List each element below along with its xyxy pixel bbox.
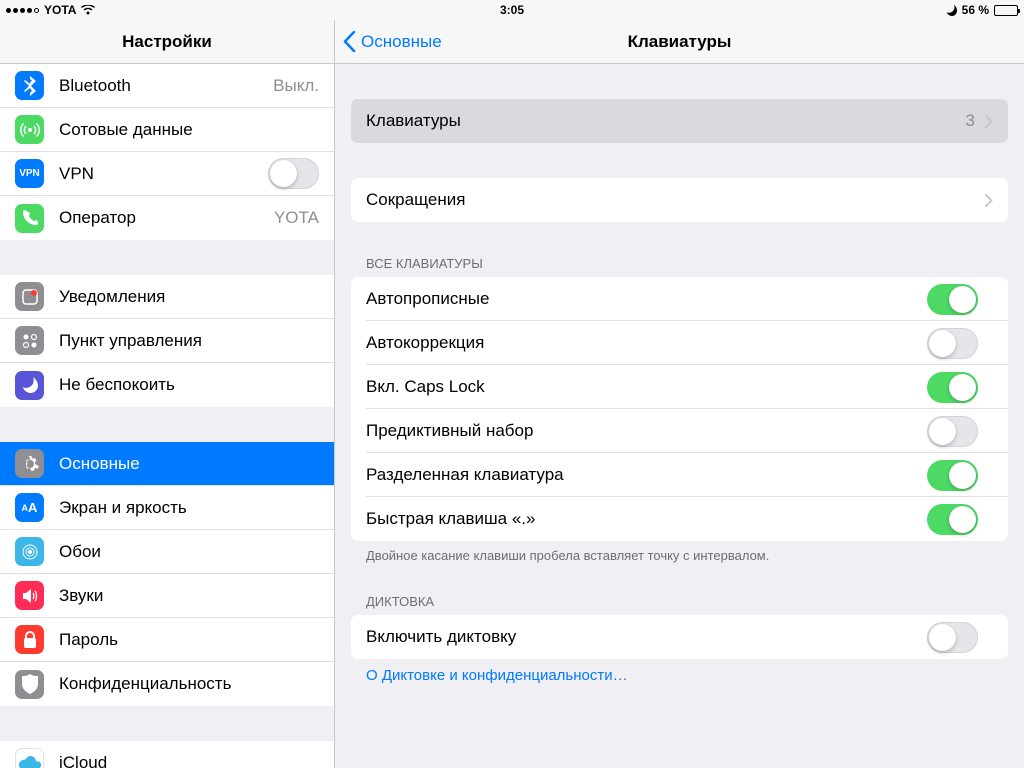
lock-icon [15, 625, 44, 654]
notifications-icon [15, 282, 44, 311]
detail-header: Основные Клавиатуры [335, 20, 1024, 64]
autocorrect-toggle[interactable] [927, 328, 978, 359]
cell-autocorrect: Автокоррекция [351, 321, 1008, 365]
vpn-toggle[interactable] [268, 158, 319, 189]
cell-shortcuts[interactable]: Сокращения [351, 178, 1008, 222]
cell-capslock: Вкл. Caps Lock [351, 365, 1008, 409]
chevron-right-icon [985, 194, 993, 207]
group-header-allkbd: ВСЕ КЛАВИАТУРЫ [351, 250, 1008, 277]
cell-label: Сокращения [366, 190, 985, 210]
group-header-dictation: ДИКТОВКА [351, 588, 1008, 615]
battery-pct-label: 56 % [962, 3, 989, 17]
cell-label: Включить диктовку [366, 627, 927, 647]
sidebar-item-label: Уведомления [59, 287, 334, 307]
sidebar-item-dnd[interactable]: Не беспокоить [0, 363, 334, 407]
sidebar-item-control-center[interactable]: Пункт управления [0, 319, 334, 363]
sidebar-item-label: Не беспокоить [59, 375, 334, 395]
cell-label: Вкл. Caps Lock [366, 377, 927, 397]
cell-dictation: Включить диктовку [351, 615, 1008, 659]
dictation-toggle[interactable] [927, 622, 978, 653]
capslock-toggle[interactable] [927, 372, 978, 403]
cell-autocap: Автопрописные [351, 277, 1008, 321]
control-center-icon [15, 326, 44, 355]
sidebar-item-label: Конфиденциальность [59, 674, 334, 694]
cellular-icon [15, 115, 44, 144]
sidebar-item-label: Звуки [59, 586, 334, 606]
sidebar-item-display[interactable]: AA Экран и яркость [0, 486, 334, 530]
sidebar-item-wallpaper[interactable]: Обои [0, 530, 334, 574]
sidebar-item-label: Основные [59, 454, 334, 474]
vpn-icon: VPN [15, 159, 44, 188]
sidebar-item-label: Экран и яркость [59, 498, 334, 518]
sidebar-item-vpn[interactable]: VPN VPN [0, 152, 334, 196]
cell-predictive: Предиктивный набор [351, 409, 1008, 453]
back-label: Основные [361, 32, 442, 52]
sidebar-item-value: Выкл. [273, 76, 319, 96]
sidebar-item-general[interactable]: Основные [0, 442, 334, 486]
cell-label: Автопрописные [366, 289, 927, 309]
cell-split: Разделенная клавиатура [351, 453, 1008, 497]
sidebar-item-label: iCloud [59, 753, 334, 768]
detail-title: Клавиатуры [628, 32, 732, 52]
sidebar-item-privacy[interactable]: Конфиденциальность [0, 662, 334, 706]
cell-label: Клавиатуры [366, 111, 966, 131]
sidebar-item-label: Пункт управления [59, 331, 334, 351]
sidebar-item-label: Bluetooth [59, 76, 273, 96]
sidebar-item-cellular[interactable]: Сотовые данные [0, 108, 334, 152]
display-icon: AA [15, 493, 44, 522]
cell-label: Автокоррекция [366, 333, 927, 353]
sidebar-item-bluetooth[interactable]: Bluetooth Выкл. [0, 64, 334, 108]
cell-period: Быстрая клавиша «.» [351, 497, 1008, 541]
dnd-icon [15, 371, 44, 400]
gear-icon [15, 449, 44, 478]
cell-label: Предиктивный набор [366, 421, 927, 441]
wifi-icon [81, 5, 95, 15]
sidebar-item-sounds[interactable]: Звуки [0, 574, 334, 618]
split-toggle[interactable] [927, 460, 978, 491]
sounds-icon [15, 581, 44, 610]
group-footer-period: Двойное касание клавиши пробела вставляе… [351, 541, 1008, 570]
chevron-right-icon [985, 115, 993, 128]
period-toggle[interactable] [927, 504, 978, 535]
dictation-privacy-link[interactable]: О Диктовке и конфиденциальности… [351, 659, 1008, 692]
cell-label: Разделенная клавиатура [366, 465, 927, 485]
sidebar-item-label: Пароль [59, 630, 334, 650]
clock-label: 3:05 [500, 3, 524, 17]
cell-label: Быстрая клавиша «.» [366, 509, 927, 529]
cell-value: 3 [966, 111, 975, 131]
sidebar-item-label: Сотовые данные [59, 120, 334, 140]
phone-icon [15, 204, 44, 233]
sidebar-item-carrier[interactable]: Оператор YOTA [0, 196, 334, 240]
sidebar-header: Настройки [0, 20, 334, 64]
icloud-icon [15, 748, 44, 768]
sidebar-item-value: YOTA [274, 208, 319, 228]
wallpaper-icon [15, 537, 44, 566]
status-bar: YOTA 3:05 56 % [0, 0, 1024, 20]
sidebar-item-label: VPN [59, 164, 268, 184]
bluetooth-icon [15, 71, 44, 100]
cell-keyboards[interactable]: Клавиатуры 3 [351, 99, 1008, 143]
settings-sidebar: Настройки Bluetooth Выкл. Сотовые данные… [0, 20, 335, 768]
sidebar-title: Настройки [122, 32, 212, 52]
dnd-moon-icon [946, 5, 957, 16]
sidebar-item-notifications[interactable]: Уведомления [0, 275, 334, 319]
battery-icon [994, 5, 1018, 16]
sidebar-item-label: Обои [59, 542, 334, 562]
back-button[interactable]: Основные [335, 31, 442, 52]
sidebar-item-icloud[interactable]: iCloud [0, 741, 334, 768]
signal-dots-icon [6, 8, 39, 13]
sidebar-item-label: Оператор [59, 208, 274, 228]
sidebar-item-passcode[interactable]: Пароль [0, 618, 334, 662]
privacy-icon [15, 670, 44, 699]
chevron-left-icon [343, 31, 356, 52]
autocap-toggle[interactable] [927, 284, 978, 315]
predictive-toggle[interactable] [927, 416, 978, 447]
carrier-label: YOTA [44, 3, 76, 17]
detail-pane: Основные Клавиатуры Клавиатуры 3 Сокраще… [335, 20, 1024, 768]
